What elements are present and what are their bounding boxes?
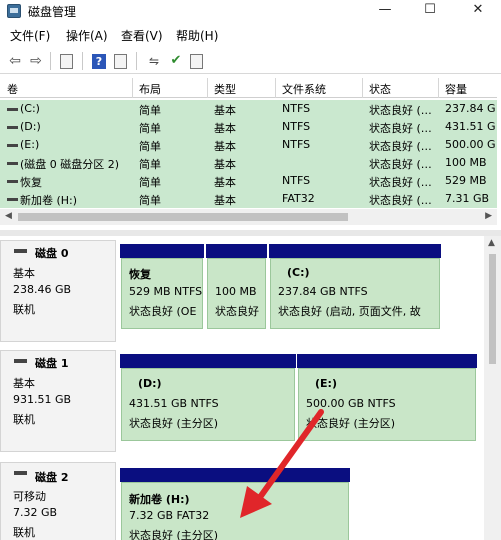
annotation-arrow-icon	[240, 409, 324, 518]
